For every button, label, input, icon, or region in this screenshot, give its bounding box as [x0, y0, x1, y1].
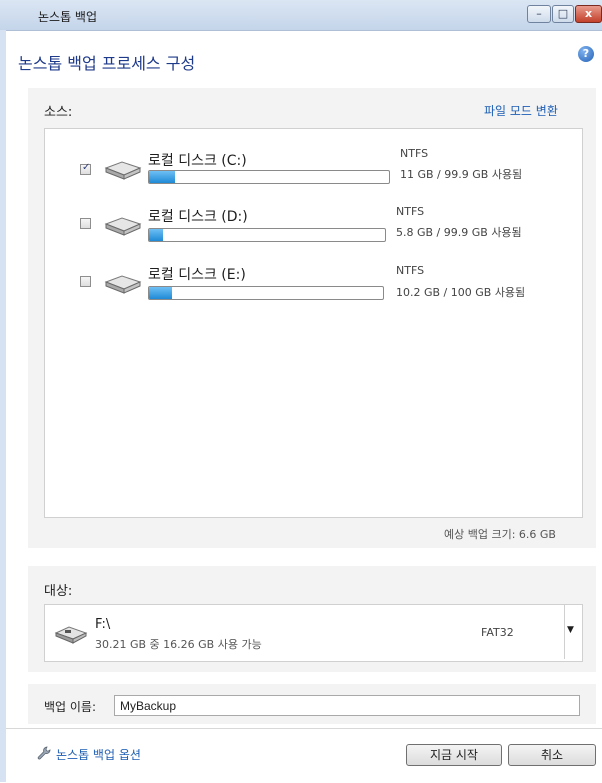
maximize-button[interactable]: □ [552, 5, 574, 23]
drive-checkbox[interactable]: ✓ [80, 162, 91, 175]
dropdown-divider [564, 605, 565, 659]
target-drive-letter: F:\ [95, 617, 111, 632]
window-title: 논스톱 백업 [38, 10, 98, 24]
drive-row[interactable]: 로컬 디스크 (E:) NTFS 10.2 GB / 100 GB 사용됨 [44, 258, 581, 310]
maximize-icon: □ [557, 7, 569, 20]
drive-usage-text: 10.2 GB / 100 GB 사용됨 [396, 286, 526, 299]
page-title: 논스톱 백업 프로세스 구성 [18, 54, 196, 73]
source-label: 소스: [44, 105, 73, 120]
drive-usage-fill [149, 229, 164, 241]
wrench-icon [37, 746, 51, 760]
usb-drive-icon [54, 626, 88, 644]
drive-filesystem: NTFS [396, 264, 425, 277]
chevron-down-icon[interactable]: ▼ [567, 625, 574, 635]
target-filesystem: FAT32 [481, 626, 514, 639]
drive-filesystem: NTFS [400, 147, 429, 160]
drive-name: 로컬 디스크 (E:) [148, 267, 246, 283]
backup-name-label: 백업 이름: [44, 700, 97, 714]
drive-name: 로컬 디스크 (D:) [148, 209, 248, 225]
drive-name: 로컬 디스크 (C:) [148, 153, 247, 169]
drive-usage-bar [148, 170, 390, 184]
drive-row[interactable]: 로컬 디스크 (D:) NTFS 5.8 GB / 99.9 GB 사용됨 [44, 198, 581, 250]
minimize-icon: – [536, 7, 542, 20]
hard-drive-icon [104, 217, 142, 236]
target-free-space: 30.21 GB 중 16.26 GB 사용 가능 [95, 638, 262, 651]
drive-usage-bar [148, 286, 384, 300]
close-button[interactable]: x [575, 5, 602, 23]
drive-checkbox[interactable] [80, 218, 91, 229]
drive-usage-text: 11 GB / 99.9 GB 사용됨 [400, 168, 523, 181]
help-icon[interactable]: ? [578, 46, 594, 62]
drive-filesystem: NTFS [396, 205, 425, 218]
hard-drive-icon [104, 275, 142, 294]
checkmark-icon: ✓ [82, 162, 91, 173]
drive-row[interactable]: ✓ 로컬 디스크 (C:) NTFS 11 GB / 99.9 GB 사용됨 [44, 140, 581, 192]
title-bar: 논스톱 백업 – □ x [0, 0, 602, 31]
backup-name-input[interactable] [114, 695, 580, 716]
cancel-button[interactable]: 취소 [508, 744, 596, 766]
drive-usage-fill [149, 287, 173, 299]
drive-usage-fill [149, 171, 176, 183]
start-now-button[interactable]: 지금 시작 [406, 744, 502, 766]
drive-usage-text: 5.8 GB / 99.9 GB 사용됨 [396, 226, 522, 239]
hard-drive-icon [104, 161, 142, 180]
drive-checkbox[interactable] [80, 276, 91, 287]
close-icon: x [584, 7, 593, 20]
nonstop-backup-options-link[interactable]: 논스톱 백업 옵션 [56, 746, 141, 763]
window-left-border [0, 30, 6, 782]
estimated-size: 예상 백업 크기: 6.6 GB [444, 528, 556, 541]
minimize-button[interactable]: – [527, 5, 551, 23]
target-selector[interactable]: F:\ 30.21 GB 중 16.26 GB 사용 가능 FAT32 ▼ [44, 604, 583, 662]
target-label: 대상: [44, 584, 73, 599]
file-mode-switch-link[interactable]: 파일 모드 변환 [484, 102, 558, 119]
drive-usage-bar [148, 228, 386, 242]
